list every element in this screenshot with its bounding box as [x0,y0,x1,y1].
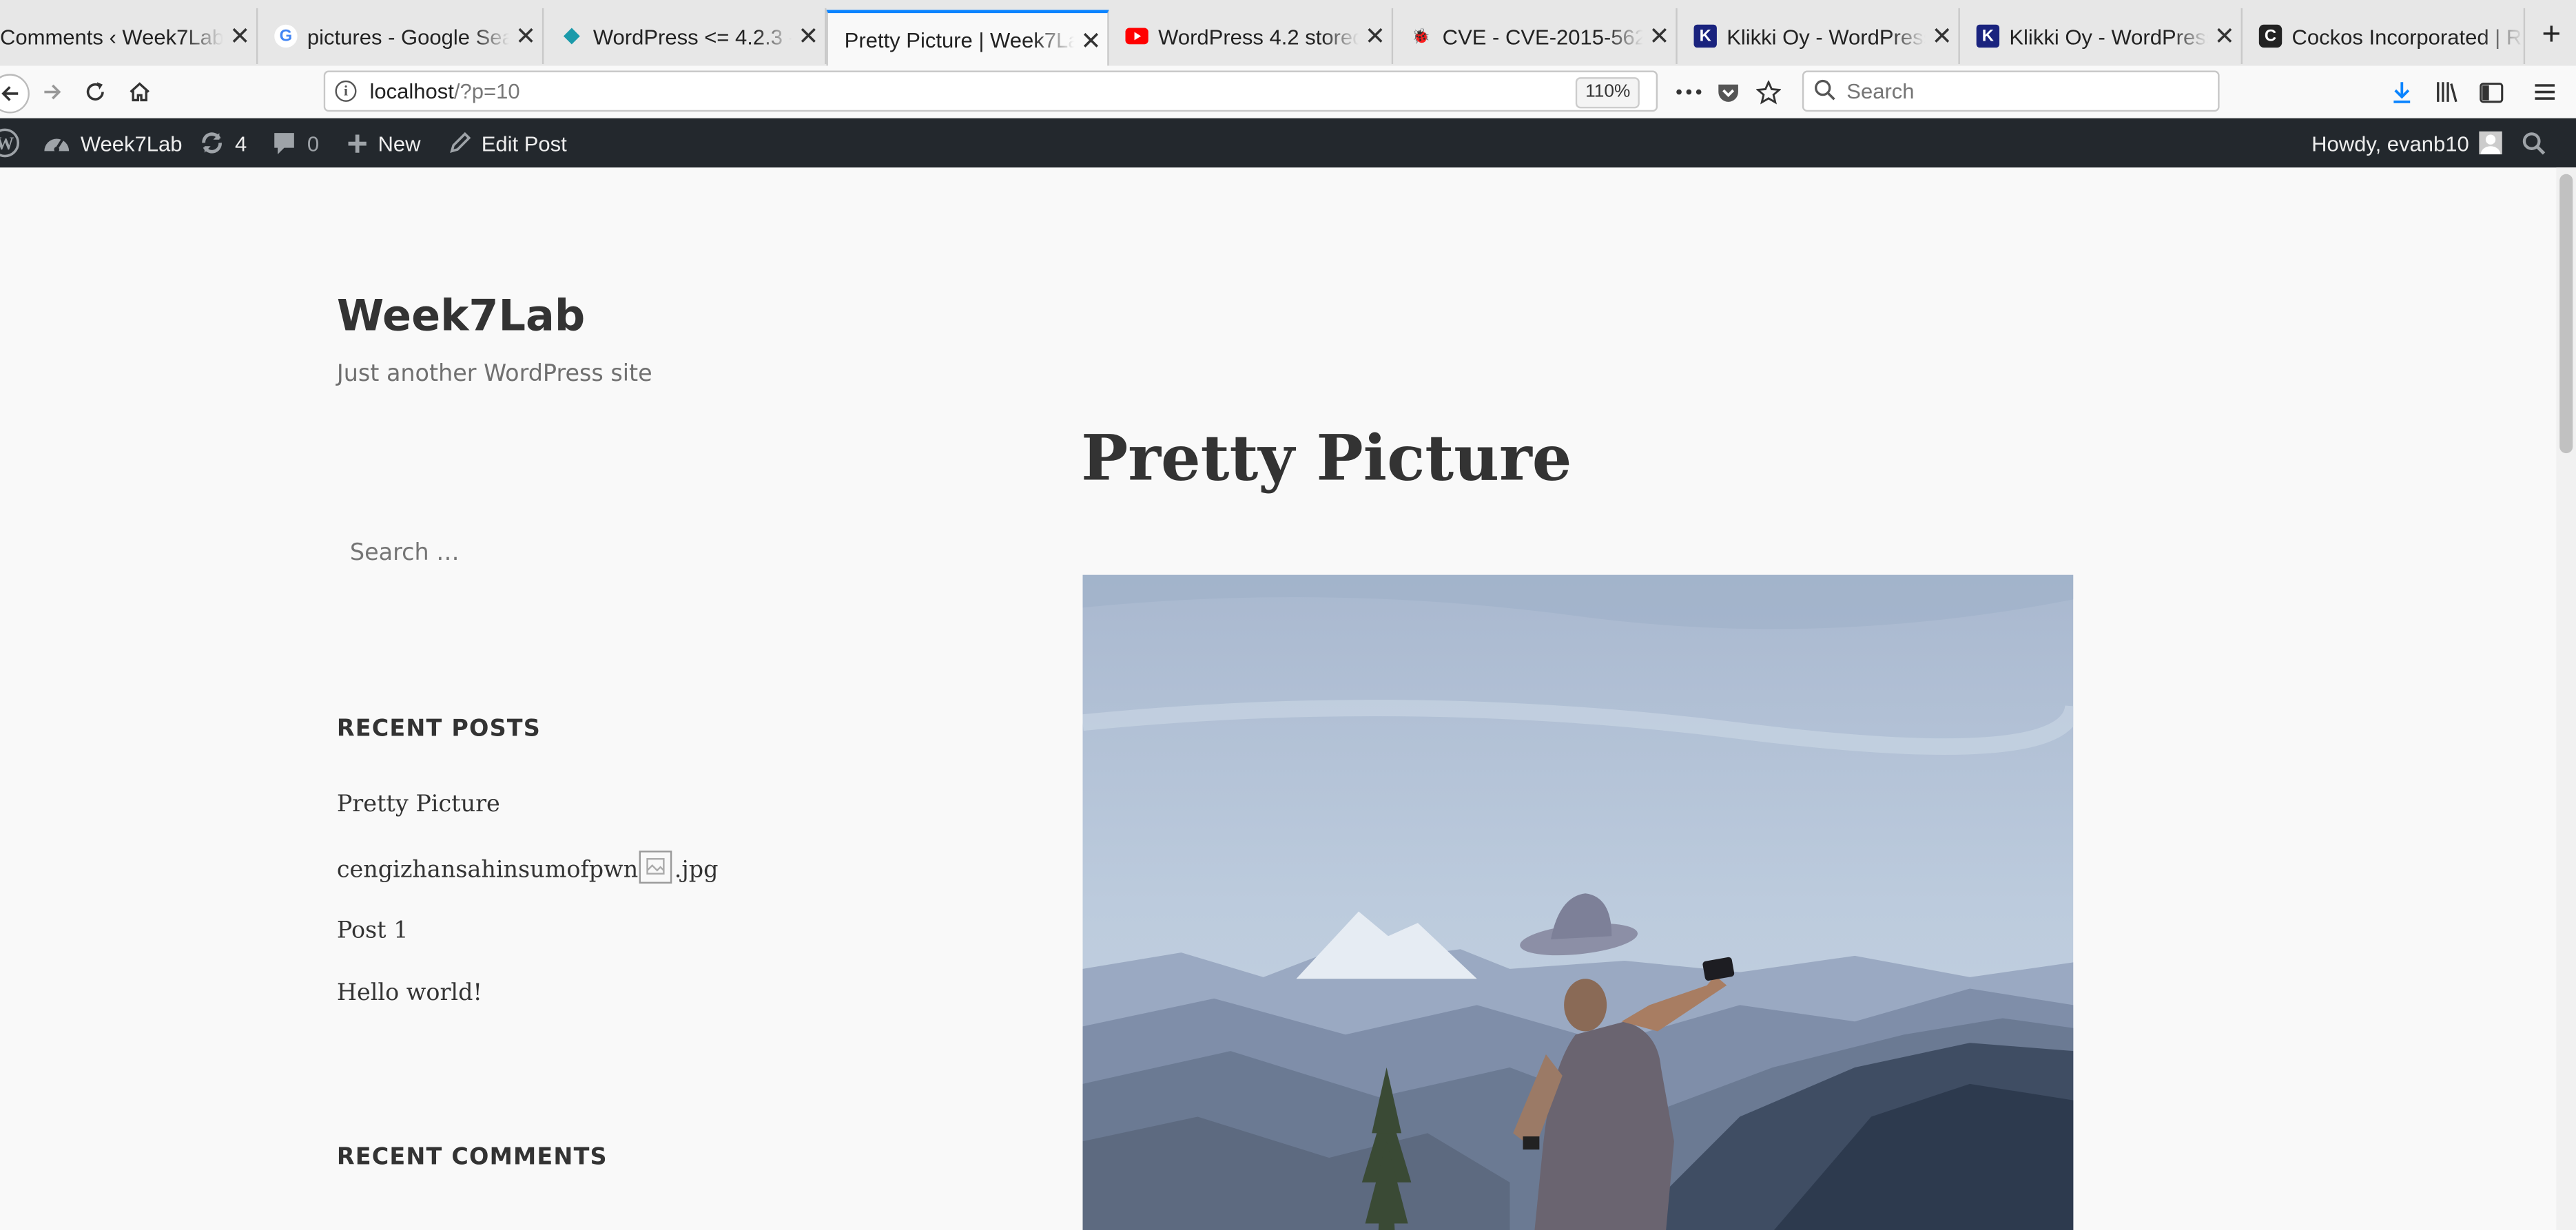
browser-search-input[interactable] [1843,77,2212,105]
post-featured-image [1082,574,2074,1230]
comments-menu[interactable]: 0 [271,118,319,168]
downloads-button[interactable] [2384,76,2420,109]
site-info-icon[interactable]: i [335,80,357,102]
close-tab-icon[interactable]: ✕ [1926,21,1959,51]
broken-image-icon [639,851,673,884]
admin-search-button[interactable] [2522,118,2546,168]
tab-klikki-2[interactable]: K Klikki Oy - WordPress 3.9 ✕ [1960,8,2243,64]
close-tab-icon[interactable]: ✕ [2208,21,2241,51]
recent-comments-title: RECENT COMMENTS [336,1145,608,1171]
home-button[interactable] [121,76,157,109]
tab-cockos[interactable]: C Cockos Incorporated | REAPER [2243,8,2526,64]
site-search-input[interactable] [336,525,830,582]
browser-search-field[interactable] [1802,70,2220,112]
tab-cve[interactable]: 🐞 CVE - CVE-2015-5623 ✕ [1393,8,1678,64]
download-arrow-icon [2393,82,2411,103]
library-icon [2435,82,2457,103]
wp-admin-bar: W Week7Lab 4 0 New Edit Post Howdy, evan… [0,118,2576,168]
updates-menu[interactable]: 4 [199,118,247,168]
url-text: localhost/?p=10 [369,79,520,104]
recent-post-link[interactable]: cengizhansahinsumofpwn .jpg [337,851,718,887]
updates-refresh-icon [199,129,225,156]
hamburger-icon [2535,84,2555,100]
wpvulndb-icon [560,25,583,48]
reload-button[interactable] [77,76,113,109]
google-icon: G [274,24,298,48]
page-scrollbar[interactable] [2556,167,2576,1230]
tab-wpvulndb[interactable]: WordPress <= 4.2.3 - wpvulndb ✕ [544,8,827,64]
wp-logo-menu[interactable]: W [0,118,30,168]
sidebar-button[interactable] [2473,76,2508,109]
page-actions-button[interactable] [1671,76,1707,109]
new-content-menu[interactable]: New [347,118,420,168]
wordpress-logo-icon: W [0,128,20,158]
address-bar[interactable]: i localhost/?p=10 110% [323,70,1658,112]
new-tab-button[interactable]: + [2527,8,2576,64]
edit-post-link[interactable]: Edit Post [449,118,567,168]
reload-icon [86,82,104,101]
close-tab-icon[interactable]: ✕ [509,21,542,51]
dashboard-gauge-icon [43,131,71,156]
klikki-icon: K [1976,24,2000,48]
star-icon [1755,79,1780,104]
comment-bubble-icon [271,131,297,156]
library-button[interactable] [2428,76,2464,109]
svg-text:W: W [0,134,14,154]
home-icon [130,82,150,102]
back-arrow-icon [1,86,19,101]
tab-pretty-picture[interactable]: Pretty Picture | Week7Lab ✕ [826,10,1109,67]
tab-youtube[interactable]: WordPress 4.2 stored XSS ✕ [1109,8,1394,64]
pencil-icon [449,132,471,154]
tab-strip: Comments ‹ Week7Lab — WordPress ✕ G pict… [0,0,2576,67]
site-description: Just another WordPress site [336,361,652,388]
more-dots-icon [1676,89,1702,95]
scrollbar-thumb[interactable] [2559,174,2573,454]
recent-post-link[interactable]: Pretty Picture [337,791,500,817]
search-icon [2522,132,2546,154]
youtube-icon [1125,25,1148,48]
forward-button[interactable] [34,76,70,109]
close-tab-icon[interactable]: ✕ [1643,21,1676,51]
bookmark-button[interactable] [1750,76,1786,109]
avatar-icon [2480,134,2501,155]
recent-posts-title: RECENT POSTS [336,716,542,742]
tab-comments[interactable]: Comments ‹ Week7Lab — WordPress ✕ [0,8,258,64]
close-tab-icon[interactable]: ✕ [1359,21,1392,51]
zoom-indicator[interactable]: 110% [1575,77,1640,109]
pocket-icon [1718,83,1738,101]
close-tab-icon[interactable]: ✕ [792,21,825,51]
back-button[interactable] [0,74,30,114]
my-account-menu[interactable]: Howdy, evanb10 [2311,118,2502,168]
sidebar-icon [2479,81,2503,103]
site-title[interactable]: Week7Lab [337,292,585,342]
close-tab-icon[interactable]: ✕ [223,21,256,51]
site-name-menu[interactable]: Week7Lab [43,118,183,168]
close-tab-icon[interactable]: ✕ [1075,25,1108,55]
search-icon [1815,79,1835,101]
klikki-icon: K [1693,24,1717,48]
tab-klikki-1[interactable]: K Klikki Oy - WordPress 4.2 ✕ [1678,8,1960,64]
post-title: Pretty Picture [1081,420,1572,494]
recent-post-link[interactable]: Hello world! [337,981,482,1007]
pocket-button[interactable] [1710,76,1746,109]
forward-arrow-icon [44,84,61,100]
menu-button[interactable] [2527,76,2563,109]
cockos-icon: C [2258,24,2283,48]
recent-post-link[interactable]: Post 1 [337,918,409,944]
plus-icon [347,132,368,154]
avatar [2479,131,2502,155]
tab-google-search[interactable]: G pictures - Google Search ✕ [258,8,544,64]
cve-icon: 🐞 [1412,27,1431,44]
mountain-selfie-photo [1082,574,2074,1230]
